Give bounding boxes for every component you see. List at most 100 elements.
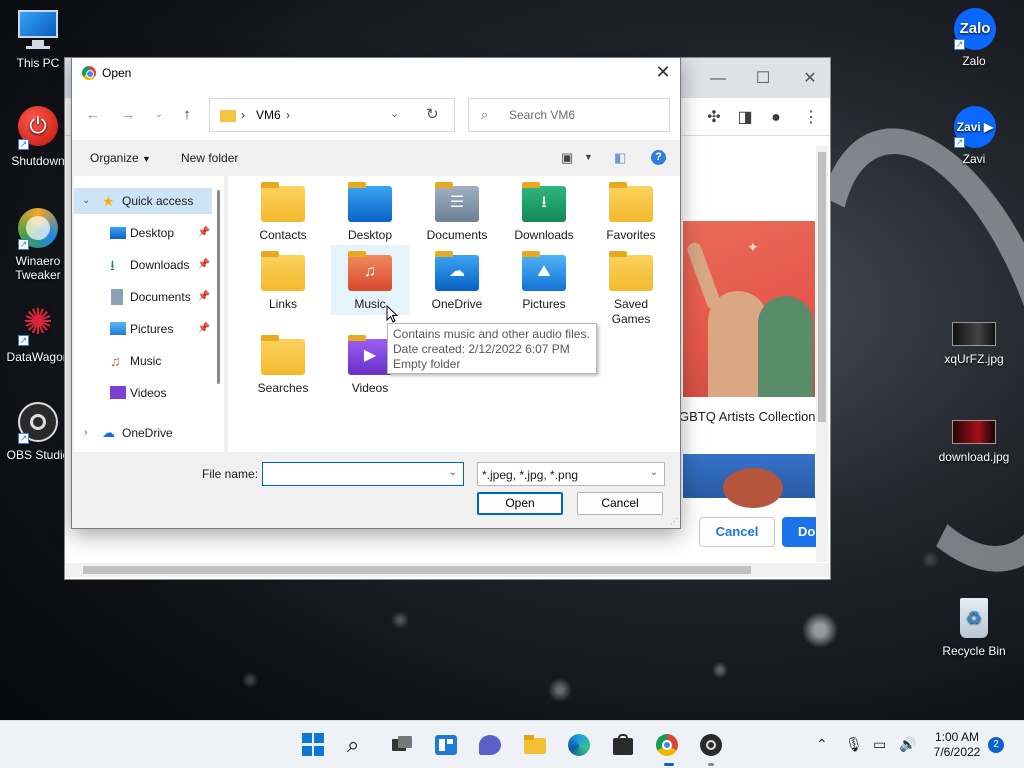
close-icon[interactable]: ✕ [795, 66, 825, 92]
power-icon: ⏻ ↗ [16, 106, 60, 150]
shortcut-arrow-icon: ↗ [954, 39, 965, 50]
nav-item-desktop[interactable]: Desktop 📌 [74, 220, 212, 246]
desktop-icon-label-text: Winaero Tweaker [15, 254, 61, 282]
horizontal-scrollbar[interactable] [65, 563, 830, 577]
chevron-up-icon[interactable]: ⌃ [816, 736, 828, 753]
shortcut-arrow-icon: ↗ [18, 139, 29, 150]
address-bar[interactable]: › VM6 › ⌄ ↻ [209, 98, 455, 132]
nav-pane-scrollbar[interactable] [217, 190, 220, 384]
chevron-down-icon[interactable]: ▼ [584, 152, 593, 162]
pin-icon[interactable]: 📌 [198, 220, 210, 246]
desktop-icon-label: Zavi [962, 152, 986, 166]
search-icon[interactable]: ⌕ [347, 733, 371, 757]
preview-pane-icon[interactable]: ◧ [614, 150, 626, 166]
nav-item-label: Pictures [130, 322, 174, 336]
back-arrow-icon[interactable]: ← [82, 104, 104, 126]
documents-folder-icon: ☰ [435, 182, 479, 222]
pin-icon[interactable]: 📌 [198, 284, 210, 310]
search-box[interactable]: ⌕ Search VM6 [468, 98, 670, 132]
up-arrow-icon[interactable]: ↑ [176, 104, 198, 126]
folder-item-links[interactable]: Links [244, 245, 322, 312]
chevron-right-icon: › [84, 427, 88, 438]
chevron-down-icon[interactable]: ⌄ [449, 467, 457, 478]
folder-item-documents[interactable]: ☰ Documents [418, 176, 496, 243]
folder-item-pictures[interactable]: ⛰ Pictures [505, 245, 583, 312]
folder-item-downloads[interactable]: ⭳ Downloads [505, 176, 583, 243]
folder-label: Links [268, 297, 297, 311]
edge-icon[interactable] [567, 733, 591, 757]
help-icon[interactable]: ? [651, 150, 666, 165]
extensions-icon[interactable]: ✣ [704, 108, 724, 128]
file-type-select[interactable]: *.jpeg, *.jpg, *.png ⌄ [477, 462, 665, 486]
nav-item-downloads[interactable]: ⭳ Downloads 📌 [74, 252, 212, 278]
desktop-icon-zalo[interactable]: Zalo ↗ Zalo [936, 6, 1012, 68]
folder-item-desktop[interactable]: Desktop [331, 176, 409, 243]
clock-date: 7/6/2022 [933, 745, 981, 759]
vertical-scrollbar[interactable] [816, 146, 828, 562]
cancel-button[interactable]: Cancel [577, 492, 663, 515]
desktop-icon-label: Recycle Bin [942, 644, 1006, 658]
pin-icon[interactable]: 📌 [198, 316, 210, 342]
resize-grip-icon[interactable]: ⋰ [670, 517, 678, 526]
nav-item-videos[interactable]: Videos [74, 380, 212, 406]
close-icon[interactable]: ✕ [646, 58, 680, 88]
artwork-image[interactable]: ✦ [683, 221, 815, 397]
recent-locations-chevron-icon[interactable]: ⌄ [148, 104, 170, 126]
open-button[interactable]: Open [477, 492, 563, 515]
music-folder-icon: ♫ [348, 251, 392, 291]
view-options-icon[interactable]: ▣ [561, 150, 573, 166]
chat-icon[interactable] [478, 733, 502, 757]
side-panel-icon[interactable]: ◨ [735, 108, 755, 128]
desktop-icon-zavi[interactable]: Zavi ▶ ↗ Zavi [936, 104, 1012, 166]
new-folder-button[interactable]: New folder [181, 151, 238, 165]
file-name-input[interactable]: ⌄ [262, 462, 464, 486]
folder-item-contacts[interactable]: Contacts [244, 176, 322, 243]
desktop-icon [110, 227, 126, 239]
zalo-icon: Zalo ↗ [952, 6, 996, 50]
store-icon[interactable] [611, 733, 635, 757]
folder-item-saved-games[interactable]: Saved Games [592, 245, 670, 327]
nav-item-music[interactable]: ♫ Music [74, 348, 212, 374]
refresh-icon[interactable]: ↻ [426, 105, 439, 123]
breadcrumb-vm6[interactable]: VM6 [256, 108, 281, 122]
folder-item-searches[interactable]: Searches [244, 329, 322, 396]
notification-badge[interactable]: 2 [988, 737, 1004, 753]
maximize-icon[interactable]: ☐ [748, 66, 778, 92]
desktop-icon-recycle-bin[interactable]: ♻ Recycle Bin [936, 596, 1012, 658]
folder-item-onedrive[interactable]: ☁ OneDrive [418, 245, 496, 312]
nav-item-onedrive[interactable]: › ☁ OneDrive [74, 420, 212, 446]
start-windows-icon[interactable] [302, 733, 326, 757]
obs-taskbar-icon[interactable] [699, 733, 723, 757]
widgets-icon[interactable] [434, 733, 458, 757]
artwork-image-2[interactable] [683, 454, 815, 508]
volume-icon[interactable]: 🔊 [899, 736, 916, 753]
nav-item-label: Quick access [122, 194, 194, 208]
network-icon[interactable]: ▭ [873, 736, 886, 753]
chevron-down-icon: ▼ [142, 154, 151, 164]
clock[interactable]: 1:00 AM 7/6/2022 [928, 730, 986, 760]
chevron-down-icon[interactable]: ⌄ [390, 107, 399, 120]
nav-item-quick-access[interactable]: ⌄ ★ Quick access [74, 188, 212, 214]
breadcrumb-separator-icon[interactable]: › [286, 108, 290, 122]
nav-item-documents[interactable]: Documents 📌 [74, 284, 212, 310]
folder-item-favorites[interactable]: Favorites [592, 176, 670, 243]
desktop-icon-download[interactable]: download.jpg [936, 416, 1012, 464]
organize-button[interactable]: Organize ▼ [90, 151, 151, 165]
open-file-dialog: Open ✕ ← → ⌄ ↑ › VM6 › ⌄ ↻ ⌕ Search VM6 … [71, 57, 681, 529]
microphone-icon[interactable]: 🎙 [845, 736, 863, 753]
desktop-icon-xqurfz[interactable]: xqUrFZ.jpg [936, 318, 1012, 366]
folder-icon [220, 110, 236, 122]
nav-item-label: Desktop [130, 226, 175, 240]
forward-arrow-icon[interactable]: → [117, 104, 139, 126]
chrome-icon[interactable] [655, 733, 679, 757]
file-explorer-icon[interactable] [523, 733, 547, 757]
minimize-icon[interactable]: — [703, 66, 733, 92]
nav-item-pictures[interactable]: Pictures 📌 [74, 316, 212, 342]
breadcrumb-separator-icon: › [241, 108, 245, 122]
menu-icon[interactable]: ⋮ [801, 108, 821, 128]
profile-icon[interactable]: ● [766, 108, 786, 128]
browser-cancel-button[interactable]: Cancel [699, 517, 775, 547]
pin-icon[interactable]: 📌 [198, 252, 210, 278]
task-view-icon[interactable] [390, 733, 414, 757]
tooltip-line: Empty folder [393, 357, 461, 371]
